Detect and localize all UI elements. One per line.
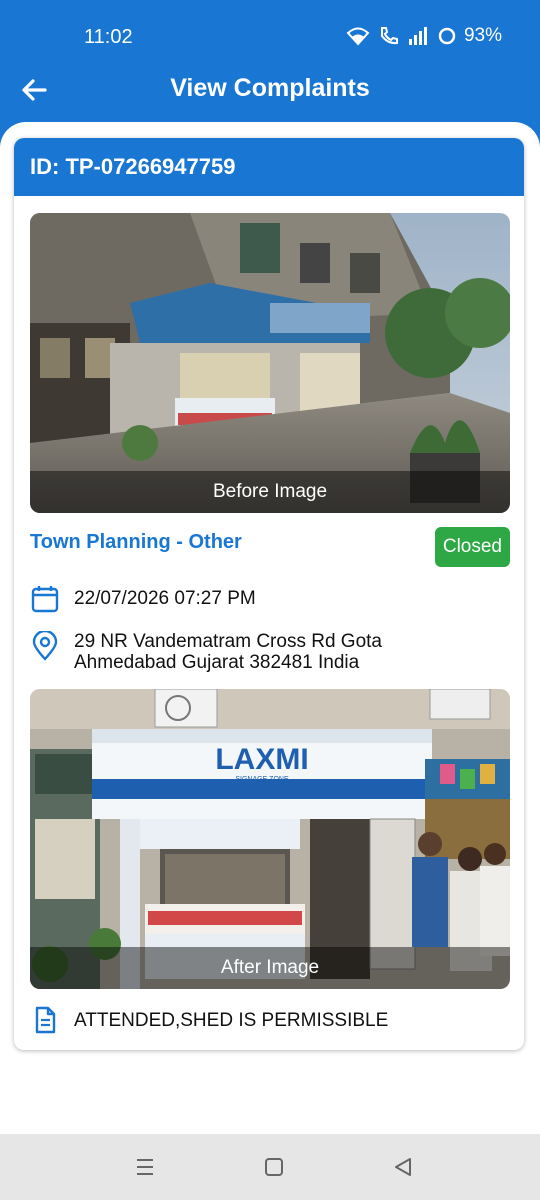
- store-sign-text: LAXMI: [215, 743, 308, 776]
- status-icons: 93%: [346, 25, 502, 47]
- system-navigation-bar: [0, 1134, 540, 1200]
- status-badge: Closed: [434, 527, 510, 567]
- content-sheet: ID: TP-07266947759 Before Image Town Pla…: [0, 122, 540, 1134]
- store-sign-subtext: SIGNAGE ZONE: [235, 776, 289, 783]
- remark-text: ATTENDED,SHED IS PERMISSIBLE: [74, 1010, 389, 1031]
- triangle-back-icon: [395, 1158, 411, 1176]
- complaint-category: Town Planning - Other: [30, 531, 242, 553]
- calendar-icon: [31, 586, 59, 613]
- complaint-id-header: ID: TP-07266947759: [14, 138, 524, 196]
- page-title: View Complaints: [170, 74, 370, 102]
- after-image[interactable]: LAXMI SIGNAGE ZONE After Image: [30, 689, 510, 989]
- before-image[interactable]: Before Image: [30, 213, 510, 513]
- address-line-1: 29 NR Vandematram Cross Rd Gota: [74, 631, 382, 652]
- address-row: 29 NR Vandematram Cross Rd Gota Ahmedaba…: [30, 631, 382, 673]
- battery-ring-icon: [438, 27, 456, 45]
- after-image-label: After Image: [30, 947, 510, 989]
- location-pin-icon: [32, 631, 58, 661]
- app-bar: View Complaints: [0, 60, 540, 120]
- complaint-id: ID: TP-07266947759: [30, 154, 236, 179]
- recent-apps-button[interactable]: [131, 1154, 159, 1180]
- wifi-icon: [346, 26, 370, 46]
- complaint-card: ID: TP-07266947759 Before Image Town Pla…: [14, 138, 524, 1050]
- menu-lines-icon: [137, 1159, 153, 1175]
- square-icon: [265, 1158, 283, 1176]
- status-time: 11:02: [84, 26, 133, 48]
- remark-row: ATTENDED,SHED IS PERMISSIBLE: [30, 1005, 388, 1035]
- home-button[interactable]: [260, 1154, 288, 1180]
- document-icon: [35, 1006, 56, 1034]
- before-image-label: Before Image: [30, 471, 510, 513]
- address-line-2: Ahmedabad Gujarat 382481 India: [74, 652, 360, 673]
- signal-icon: [408, 27, 430, 45]
- before-photo-illustration: [30, 213, 510, 513]
- after-photo-illustration: LAXMI SIGNAGE ZONE: [30, 689, 510, 989]
- date-row: 22/07/2026 07:27 PM: [30, 584, 256, 614]
- call-icon: [378, 26, 400, 46]
- complaint-datetime: 22/07/2026 07:27 PM: [74, 588, 256, 609]
- back-nav-button[interactable]: [389, 1154, 417, 1180]
- battery-percent: 93%: [463, 25, 502, 46]
